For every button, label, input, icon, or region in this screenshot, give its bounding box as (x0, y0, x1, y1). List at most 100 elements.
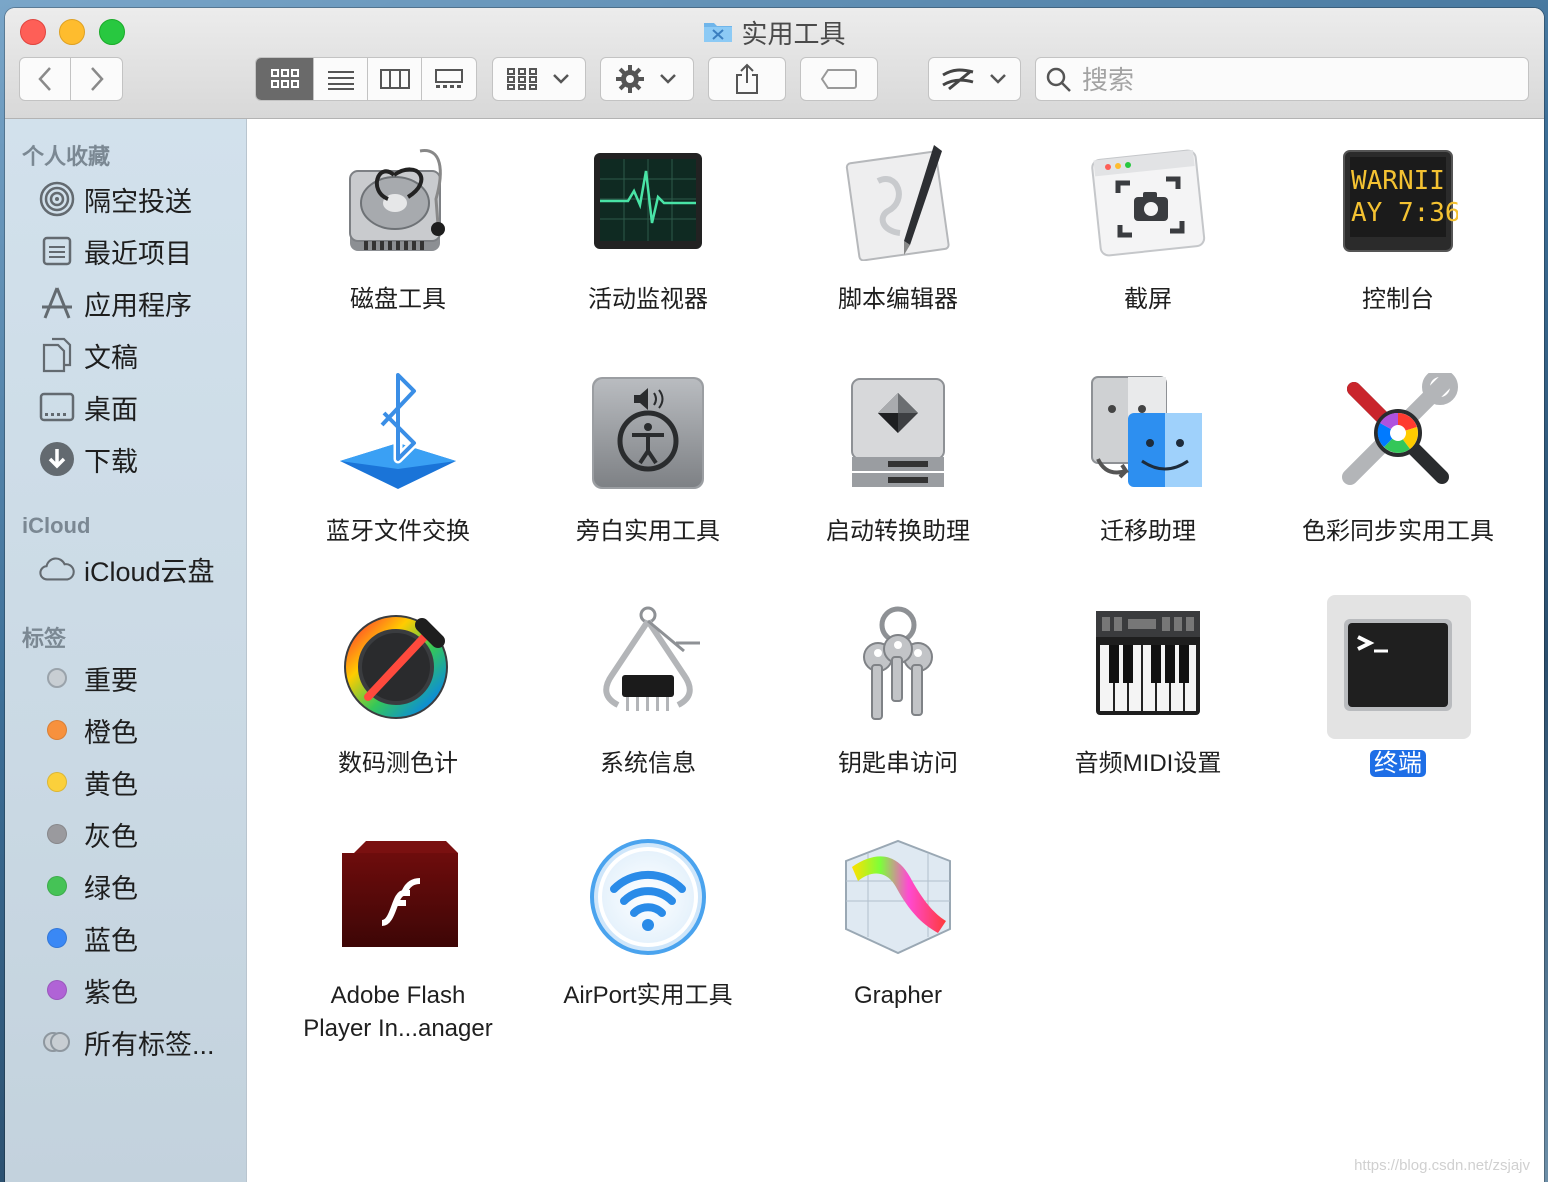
migration-assistant-icon (1088, 373, 1208, 493)
audio-midi-icon (1088, 605, 1208, 725)
app-item[interactable]: 音频MIDI设置 (1023, 605, 1273, 825)
edit-tags-button[interactable] (800, 57, 878, 101)
sidebar-tag-6[interactable]: 紫色 (5, 966, 246, 1010)
app-name-text: AirPort实用工具 (563, 982, 733, 1009)
sidebar-tag-1[interactable]: 橙色 (5, 706, 246, 750)
action-menu-button[interactable] (600, 57, 694, 101)
sidebar-tag-2[interactable]: 黄色 (5, 758, 246, 802)
app-name-text: 系统信息 (600, 750, 696, 777)
icon-view-button[interactable] (256, 58, 314, 100)
downloads-icon (39, 441, 75, 477)
tags-header: 标签 (22, 626, 67, 651)
tag-color-dot-icon (39, 1024, 75, 1060)
group-by-button[interactable] (492, 57, 586, 101)
search-field[interactable] (1035, 57, 1529, 101)
sidebar-item-recents[interactable]: 最近项目 (5, 227, 246, 271)
swipe-icon (941, 68, 973, 91)
back-button[interactable] (20, 58, 72, 100)
app-name-text: 旁白实用工具 (576, 518, 720, 545)
app-item[interactable]: 终端 (1273, 595, 1523, 825)
forward-button[interactable] (71, 58, 122, 100)
sidebar-tag-label: 黄色 (84, 770, 138, 800)
sidebar-tag-3[interactable]: 灰色 (5, 810, 246, 854)
chevron-right-icon (90, 67, 104, 91)
console-icon: WARNII AY 7:36 (1338, 141, 1461, 261)
app-name-line: Adobe Flash (330, 982, 466, 1009)
disk-utility-icon (338, 141, 458, 261)
app-item[interactable]: 钥匙串访问 (773, 605, 1023, 825)
script-editor-icon (838, 141, 958, 262)
app-item[interactable]: 活动监视器 (523, 141, 773, 361)
sidebar-tag-5[interactable]: 蓝色 (5, 914, 246, 958)
app-item[interactable]: 旁白实用工具 (523, 373, 773, 593)
gear-icon (616, 65, 644, 93)
tag-color-dot-icon (39, 972, 75, 1008)
sidebar-item-documents[interactable]: 文稿 (5, 331, 246, 375)
airport-icon (588, 837, 708, 957)
search-input[interactable] (1080, 62, 1504, 98)
app-item[interactable]: 色彩同步实用工具 (1273, 369, 1523, 593)
sidebar-tag-4[interactable]: 绿色 (5, 862, 246, 906)
app-name-text: 蓝牙文件交换 (326, 518, 470, 545)
sidebar-tag-7[interactable]: 所有标签... (5, 1018, 246, 1062)
list-view-button[interactable] (314, 58, 368, 100)
app-item[interactable]: 磁盘工具 (273, 141, 523, 361)
activity-monitor-icon (588, 141, 708, 261)
app-item[interactable]: Adobe Flash Player In...anager (273, 837, 523, 1057)
toolbar: 实用工具 (5, 8, 1544, 119)
color-meter-icon (338, 605, 458, 725)
column-view-button[interactable] (368, 58, 422, 100)
tag-color-dot-icon (39, 764, 75, 800)
app-name: 磁盘工具 (273, 283, 523, 316)
sidebar-tag-label: 蓝色 (84, 926, 138, 956)
app-name-text: 数码测色计 (338, 750, 458, 777)
sidebar-item-downloads[interactable]: 下载 (5, 435, 246, 479)
app-name: 截屏 (1023, 283, 1273, 316)
desktop-icon (39, 389, 75, 425)
app-name-text: 终端 (1370, 750, 1426, 777)
app-name-text: 色彩同步实用工具 (1302, 518, 1494, 545)
app-item[interactable]: 脚本编辑器 (773, 141, 1023, 361)
recents-icon (39, 233, 75, 269)
sidebar-item-airdrop[interactable]: 隔空投送 (5, 175, 246, 219)
app-name: 终端 (1273, 747, 1523, 780)
app-item[interactable]: Grapher (773, 837, 1023, 1057)
app-name-text: 控制台 (1362, 286, 1434, 313)
tag-color-dot-icon (39, 712, 75, 748)
sidebar-item-icloud-drive[interactable]: iCloud云盘 (5, 545, 246, 589)
airdrop-icon (39, 181, 75, 217)
app-name: 启动转换助理 (773, 515, 1023, 548)
sidebar-item-applications[interactable]: 应用程序 (5, 279, 246, 323)
sidebar-item-desktop[interactable]: 桌面 (5, 383, 246, 427)
sidebar: 个人收藏 隔空投送 最近项目 应用程序 文稿 桌面 下载 iCloud iClo… (5, 119, 247, 1182)
grid-group-icon (507, 68, 537, 90)
app-item[interactable]: 截屏 (1023, 141, 1273, 361)
app-item[interactable]: WARNII AY 7:36 控制台 (1273, 141, 1523, 361)
console-text-line2: AY 7:36 (1351, 198, 1458, 228)
app-item[interactable]: 系统信息 (523, 605, 773, 825)
app-item[interactable]: 启动转换助理 (773, 373, 1023, 593)
extension-menu-button[interactable] (928, 57, 1021, 101)
app-item[interactable]: AirPort实用工具 (523, 837, 773, 1057)
app-item[interactable]: 蓝牙文件交换 (273, 370, 523, 593)
app-name-text: 活动监视器 (588, 286, 708, 313)
watermark: https://blog.csdn.net/zsjajv (1354, 1157, 1530, 1174)
tag-color-dot-icon (39, 816, 75, 852)
sidebar-tag-0[interactable]: 重要 (5, 654, 246, 698)
app-item[interactable]: 迁移助理 (1023, 373, 1273, 593)
grid-icon (270, 69, 299, 88)
app-name: 系统信息 (523, 747, 773, 780)
chevron-down-icon (660, 74, 676, 84)
sidebar-tag-label: 紫色 (84, 978, 138, 1008)
app-name-text: 脚本编辑器 (838, 286, 958, 313)
app-name: 脚本编辑器 (773, 283, 1023, 316)
grapher-icon (838, 837, 958, 957)
gallery-view-button[interactable] (422, 58, 476, 100)
finder-window: 实用工具 搜索 个人收藏 隔空投送 最近项目 应用程序 文稿 桌面 下载 iCl… (5, 8, 1544, 1182)
chevron-down-icon (553, 74, 569, 84)
sidebar-tag-label: 橙色 (84, 718, 138, 748)
list-icon (327, 71, 354, 90)
share-button[interactable] (708, 57, 786, 101)
chevron-left-icon (38, 67, 51, 91)
app-item[interactable]: 数码测色计 (273, 605, 523, 825)
